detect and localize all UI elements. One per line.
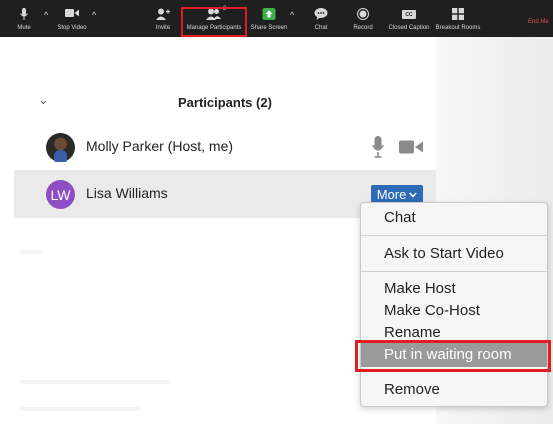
record-label: Record [353, 25, 373, 31]
microphone-icon [20, 8, 28, 20]
breakout-rooms-button[interactable]: Breakout Rooms [435, 0, 481, 37]
invite-icon [156, 8, 170, 20]
panel-title: Participants (2) [178, 95, 272, 110]
chevron-down-icon [409, 191, 418, 198]
ghost-text [20, 250, 42, 254]
ghost-text [20, 380, 170, 384]
menu-item-remove[interactable]: Remove [384, 381, 440, 398]
chat-icon [314, 8, 328, 20]
waiting-room-highlight [355, 340, 551, 372]
more-button-label: More [376, 187, 407, 202]
closed-caption-label: Closed Caption [388, 25, 430, 31]
ghost-text [20, 407, 140, 411]
menu-item-make-host[interactable]: Make Host [384, 280, 456, 297]
zoom-meeting-window: Mute ^ Stop Video ^ Invite 2 Manage Part… [0, 0, 553, 424]
share-options-caret-icon[interactable]: ^ [290, 10, 294, 20]
manage-participants-highlight [181, 7, 247, 37]
record-button[interactable]: Record [350, 0, 376, 37]
meeting-toolbar: Mute ^ Stop Video ^ Invite 2 Manage Part… [0, 0, 553, 37]
end-meeting-button[interactable]: End Me [528, 19, 549, 25]
participant-row-molly[interactable]: Molly Parker (Host, me) [14, 123, 436, 171]
share-screen-label: Share Screen [250, 25, 288, 31]
share-screen-icon [262, 8, 276, 20]
microphone-icon[interactable] [372, 136, 384, 158]
invite-label: Invite [155, 25, 171, 31]
menu-item-rename[interactable]: Rename [384, 324, 441, 341]
mute-label: Mute [17, 25, 31, 31]
avatar: LW [46, 180, 75, 209]
record-icon [357, 8, 369, 20]
closed-caption-icon: CC [402, 10, 416, 19]
invite-button[interactable]: Invite [152, 0, 174, 37]
video-camera-icon[interactable] [399, 140, 423, 154]
collapse-panel-chevron-down-icon[interactable]: ⌄ [38, 92, 49, 108]
menu-divider [361, 271, 547, 272]
stop-video-button[interactable]: Stop Video [56, 0, 88, 37]
video-options-caret-icon[interactable]: ^ [92, 10, 96, 20]
participant-name: Lisa Williams [86, 185, 168, 201]
chat-label: Chat [314, 25, 328, 31]
participant-options-menu: Chat Ask to Start Video Make Host Make C… [360, 202, 548, 407]
chat-button[interactable]: Chat [310, 0, 332, 37]
menu-item-chat[interactable]: Chat [384, 209, 416, 226]
breakout-rooms-icon [452, 8, 464, 20]
menu-item-make-co-host[interactable]: Make Co-Host [384, 302, 480, 319]
mute-button[interactable]: Mute [12, 0, 36, 37]
menu-item-ask-to-start-video[interactable]: Ask to Start Video [384, 245, 504, 262]
avatar [46, 133, 75, 162]
audio-options-caret-icon[interactable]: ^ [44, 10, 48, 20]
closed-caption-button[interactable]: CC Closed Caption [386, 0, 432, 37]
stop-video-label: Stop Video [57, 25, 87, 31]
participant-name: Molly Parker (Host, me) [86, 138, 234, 154]
breakout-rooms-label: Breakout Rooms [435, 25, 481, 31]
share-screen-button[interactable]: Share Screen [250, 0, 288, 37]
video-camera-icon [65, 9, 79, 17]
menu-divider [361, 235, 547, 236]
